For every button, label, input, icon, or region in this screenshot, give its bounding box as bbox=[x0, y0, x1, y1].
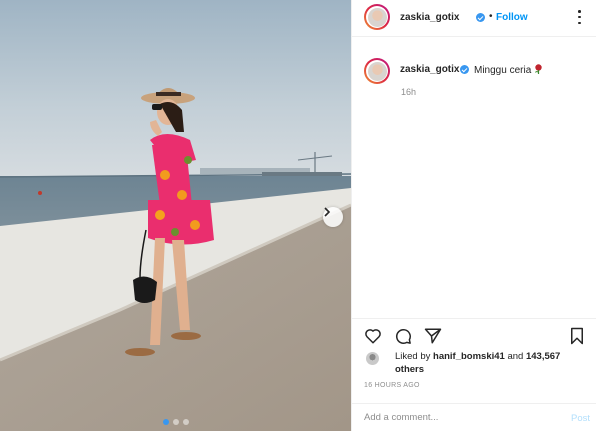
first-liker-link[interactable]: hanif_bomski41 bbox=[433, 351, 505, 362]
share-button[interactable] bbox=[424, 327, 442, 345]
photo-scene bbox=[0, 0, 351, 431]
paper-plane-icon bbox=[424, 328, 442, 344]
carousel-dot bbox=[172, 419, 179, 425]
liker-avatar[interactable] bbox=[366, 352, 379, 365]
caption-author-avatar[interactable] bbox=[364, 58, 390, 84]
author-username[interactable]: zaskia_gotix bbox=[400, 12, 459, 23]
post-header: zaskia_gotix • Follow bbox=[352, 0, 596, 37]
comment-icon bbox=[396, 329, 411, 344]
chevron-right-icon bbox=[324, 207, 331, 217]
carousel-indicator bbox=[0, 419, 351, 425]
follow-button[interactable]: Follow bbox=[496, 12, 528, 23]
verified-badge-icon bbox=[476, 13, 485, 22]
add-comment-bar: Add a comment... Post bbox=[352, 403, 596, 432]
caption-age[interactable]: 16h bbox=[401, 87, 416, 97]
instagram-post: zaskia_gotix • Follow zaskia_gotix Mingg… bbox=[0, 0, 596, 431]
comment-input[interactable]: Add a comment... bbox=[364, 412, 438, 423]
separator-dot: • bbox=[489, 11, 493, 22]
next-photo-button[interactable] bbox=[323, 207, 343, 227]
caption-author-username[interactable]: zaskia_gotix bbox=[400, 64, 459, 75]
post-comment-button[interactable]: Post bbox=[571, 413, 590, 424]
heart-icon bbox=[365, 329, 381, 344]
verified-badge-icon bbox=[460, 65, 469, 74]
carousel-dot bbox=[182, 419, 189, 425]
rose-icon bbox=[535, 64, 542, 74]
bookmark-icon bbox=[571, 327, 583, 345]
caption-text-wrap: Minggu ceria bbox=[474, 64, 543, 76]
more-options-icon[interactable] bbox=[578, 10, 582, 24]
like-button[interactable] bbox=[364, 327, 382, 345]
post-sidebar: zaskia_gotix • Follow zaskia_gotix Mingg… bbox=[351, 0, 596, 431]
carousel-dot-active bbox=[162, 419, 169, 425]
caption-text: Minggu ceria bbox=[474, 65, 532, 76]
post-timestamp[interactable]: 16 HOURS AGO bbox=[364, 382, 420, 389]
post-photo[interactable] bbox=[0, 0, 351, 431]
save-button[interactable] bbox=[568, 327, 586, 345]
comment-button[interactable] bbox=[394, 327, 412, 345]
author-avatar[interactable] bbox=[364, 4, 390, 30]
likes-text: Liked by hanif_bomski41 and 143,567 othe… bbox=[395, 351, 561, 375]
